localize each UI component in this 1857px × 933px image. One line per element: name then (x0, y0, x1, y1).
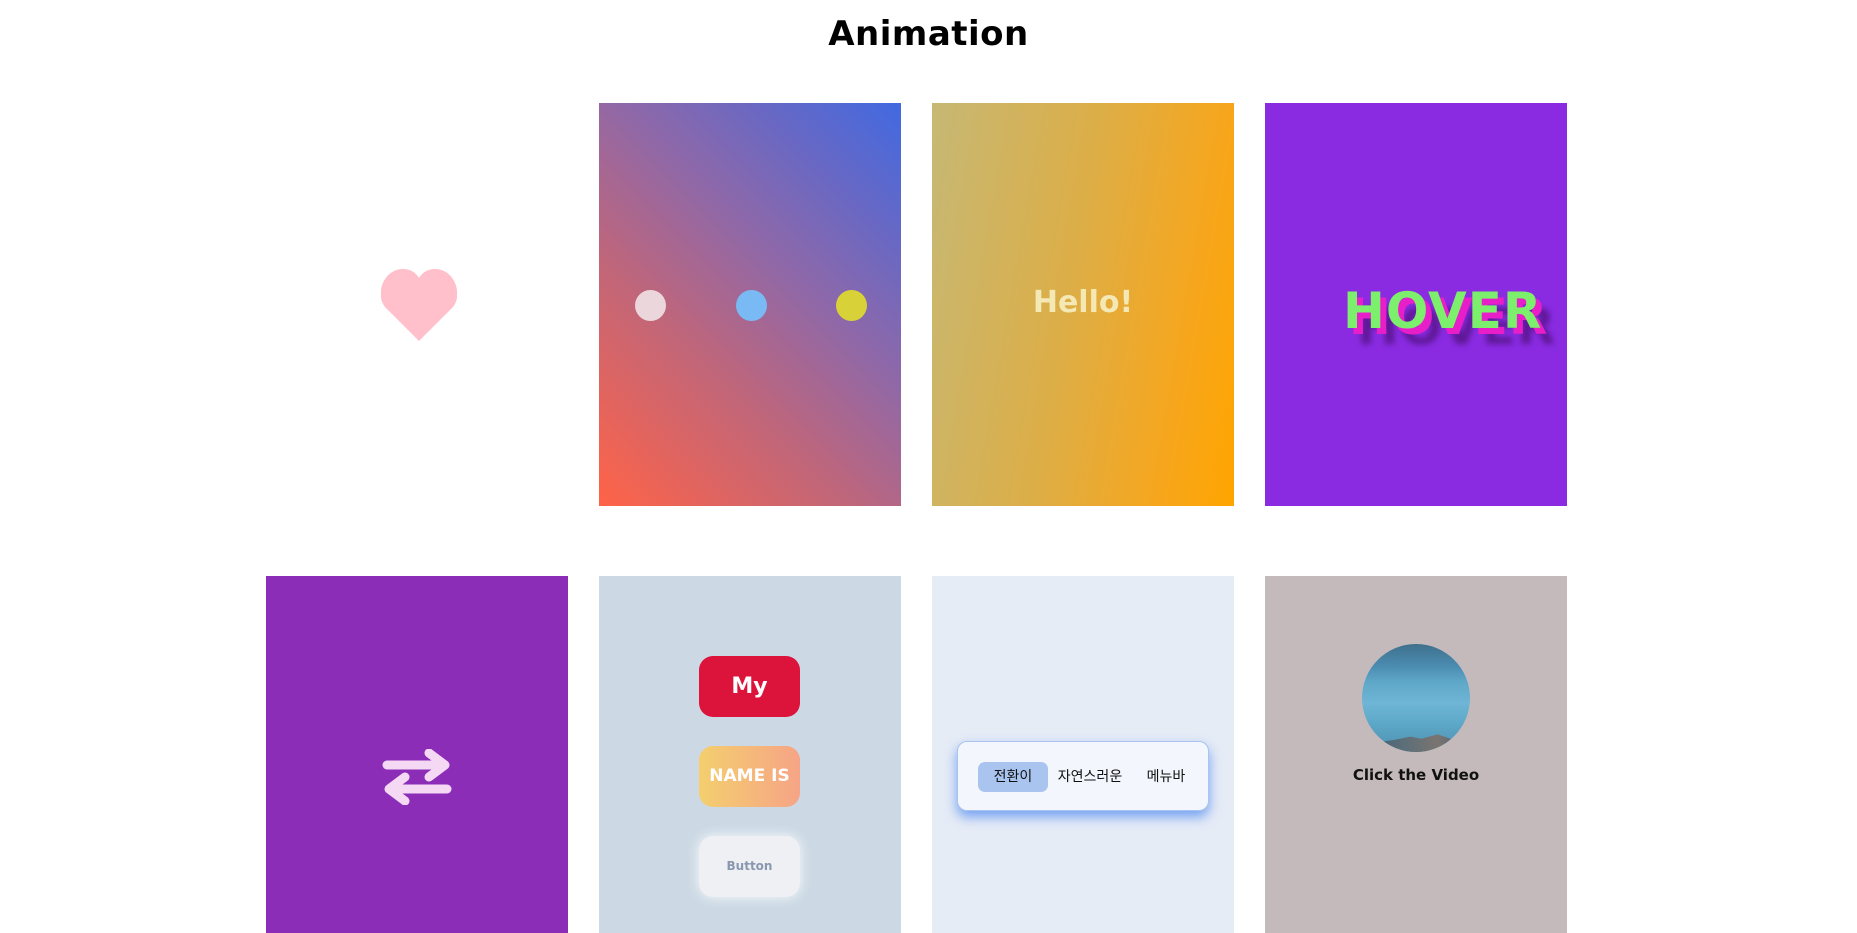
menu-item-transition[interactable]: 전환이 (978, 762, 1048, 792)
page: Animation Hello! HOVER My NAME IS Button (0, 0, 1857, 933)
neumorphic-button[interactable]: Button (699, 836, 800, 897)
loading-dot (736, 290, 767, 321)
menu-card: 전환이 자연스러운 메뉴바 (932, 576, 1234, 933)
video-landscape (1362, 734, 1470, 752)
heart-icon (381, 269, 457, 341)
name-is-button[interactable]: NAME IS (699, 746, 800, 807)
menu-item-menubar[interactable]: 메뉴바 (1136, 762, 1196, 792)
hello-card[interactable]: Hello! (932, 103, 1234, 506)
buttons-card: My NAME IS Button (599, 576, 901, 933)
video-thumbnail[interactable] (1362, 644, 1470, 752)
hover-card[interactable]: HOVER (1265, 103, 1567, 506)
menu-bar: 전환이 자연스러운 메뉴바 (957, 741, 1209, 811)
swap-arrows-icon (382, 749, 452, 805)
loading-dot (836, 290, 867, 321)
dots-card[interactable] (599, 103, 901, 506)
hello-text: Hello! (1032, 285, 1134, 320)
video-caption: Click the Video (1352, 766, 1480, 784)
heart-card[interactable] (266, 103, 568, 506)
page-title: Animation (828, 14, 1029, 54)
menu-item-natural[interactable]: 자연스러운 (1050, 762, 1130, 792)
swap-card[interactable] (266, 576, 568, 933)
my-button[interactable]: My (699, 656, 800, 717)
loading-dot (635, 290, 666, 321)
video-card: Click the Video (1265, 576, 1567, 933)
hover-text[interactable]: HOVER (1343, 282, 1542, 340)
